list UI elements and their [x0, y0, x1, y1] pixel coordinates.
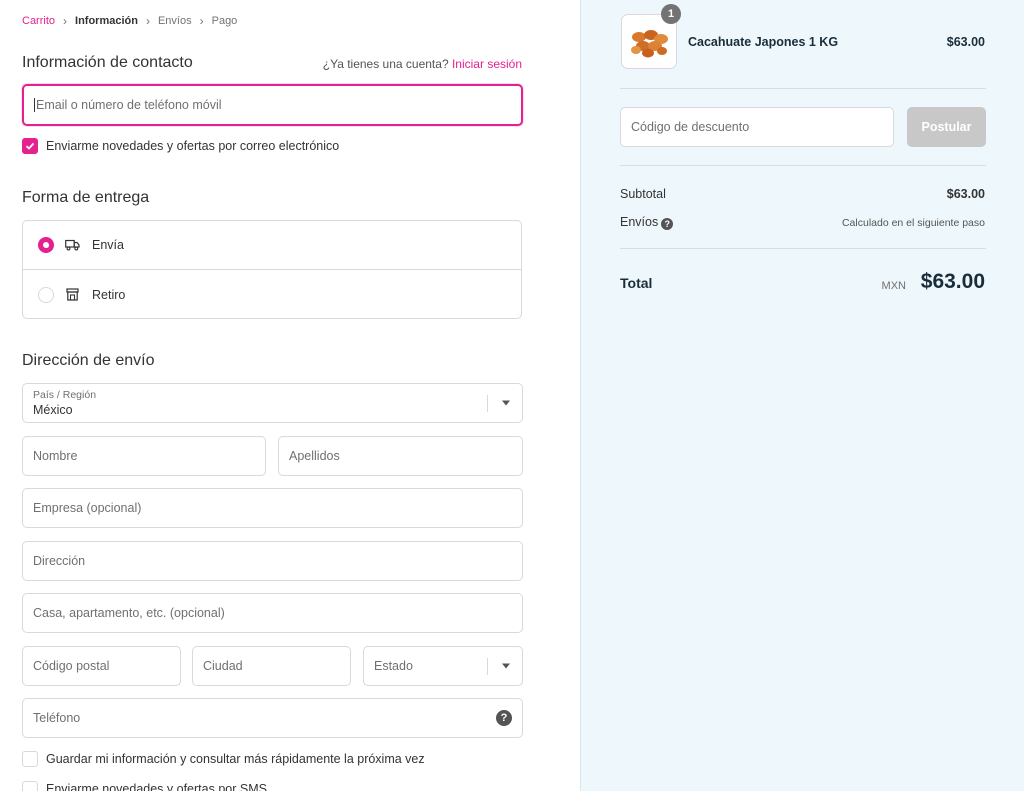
ship-radio[interactable]	[38, 237, 54, 253]
contact-section-title: Información de contacto	[22, 54, 193, 71]
divider	[620, 248, 986, 249]
sms-option[interactable]: Enviarme novedades y ofertas por SMS	[22, 781, 267, 791]
help-icon[interactable]: ?	[496, 710, 512, 726]
address-placeholder: Dirección	[33, 554, 86, 568]
order-summary-panel: 1 Cacahuate Japones 1 KG $63.00 Código d…	[580, 0, 1024, 791]
shipping-section-title: Dirección de envío	[22, 352, 155, 369]
last-name-placeholder: Apellidos	[289, 449, 340, 463]
company-field[interactable]: Empresa (opcional)	[22, 488, 523, 528]
first-name-placeholder: Nombre	[33, 449, 78, 463]
account-prompt-text: ¿Ya tienes una cuenta?	[322, 57, 449, 71]
delivery-option-pickup[interactable]: Retiro	[23, 270, 521, 319]
product-price: $63.00	[946, 35, 985, 49]
sms-checkbox[interactable]	[22, 781, 38, 791]
discount-placeholder: Código de descuento	[631, 120, 750, 134]
total-value: $63.00	[920, 270, 985, 293]
postal-code-placeholder: Código postal	[33, 659, 110, 673]
delivery-option-ship[interactable]: Envía	[23, 221, 521, 270]
pickup-radio[interactable]	[38, 286, 54, 303]
breadcrumb-shipping: Envíos	[157, 15, 192, 27]
postal-code-field[interactable]: Código postal	[22, 646, 181, 686]
login-link[interactable]: Iniciar sesión	[452, 57, 522, 71]
product-name: Cacahuate Japones 1 KG	[688, 35, 839, 49]
country-select[interactable]: País / Región México	[22, 383, 523, 423]
save-info-label: Guardar mi información y consultar más r…	[46, 752, 425, 766]
breadcrumb-payment: Pago	[211, 15, 238, 27]
chevron-right-icon: ›	[199, 14, 204, 28]
help-icon[interactable]: ?	[661, 218, 674, 230]
apartment-field[interactable]: Casa, apartamento, etc. (opcional)	[22, 593, 523, 633]
address-field[interactable]: Dirección	[22, 541, 523, 581]
ship-label: Envía	[92, 238, 124, 252]
subtotal-value: $63.00	[946, 187, 985, 201]
store-icon	[64, 287, 80, 303]
email-field[interactable]: Email o número de teléfono móvil	[22, 84, 523, 126]
checkmark-icon	[25, 142, 35, 150]
total-label: Total	[620, 275, 653, 291]
select-divider	[487, 395, 488, 412]
checkout-form-panel: Carrito › Información › Envíos › Pago In…	[0, 0, 580, 791]
first-name-field[interactable]: Nombre	[22, 436, 266, 476]
save-info-checkbox[interactable]	[22, 751, 38, 767]
country-label: País / Región	[33, 388, 97, 401]
breadcrumb: Carrito › Información › Envíos › Pago	[22, 14, 237, 28]
breadcrumb-cart-link[interactable]: Carrito	[22, 15, 55, 27]
shipping-value: Calculado en el siguiente paso	[841, 217, 985, 229]
delivery-method-group: Envía Retiro	[22, 220, 522, 319]
city-placeholder: Ciudad	[203, 659, 243, 673]
chevron-right-icon: ›	[63, 14, 68, 28]
breadcrumb-information: Información	[75, 15, 138, 27]
text-caret	[34, 98, 35, 112]
state-select[interactable]: Estado	[363, 646, 523, 686]
sms-label: Enviarme novedades y ofertas por SMS	[46, 782, 267, 791]
select-divider	[487, 658, 488, 675]
shipping-label: Envíos	[620, 215, 659, 229]
newsletter-label: Enviarme novedades y ofertas por correo …	[46, 139, 340, 153]
chevron-down-icon	[502, 663, 510, 669]
newsletter-option[interactable]: Enviarme novedades y ofertas por correo …	[22, 138, 339, 154]
discount-code-field[interactable]: Código de descuento	[620, 107, 894, 147]
country-value: México	[33, 402, 73, 417]
pickup-label: Retiro	[92, 287, 126, 302]
subtotal-label: Subtotal	[620, 187, 666, 201]
apply-discount-button[interactable]: Postular	[907, 107, 986, 147]
phone-field[interactable]: Teléfono ?	[22, 698, 523, 738]
save-info-option[interactable]: Guardar mi información y consultar más r…	[22, 751, 425, 767]
divider	[620, 88, 986, 89]
newsletter-checkbox[interactable]	[22, 138, 38, 154]
account-prompt: ¿Ya tienes una cuenta? Iniciar sesión	[323, 57, 522, 71]
company-placeholder: Empresa (opcional)	[33, 501, 142, 515]
quantity-badge: 1	[661, 4, 681, 24]
last-name-field[interactable]: Apellidos	[278, 436, 523, 476]
peanuts-image	[631, 29, 668, 57]
email-placeholder: Email o número de teléfono móvil	[36, 98, 222, 112]
shipping-label-row: Envíos?	[620, 215, 674, 230]
state-placeholder: Estado	[374, 659, 413, 673]
apartment-placeholder: Casa, apartamento, etc. (opcional)	[33, 606, 225, 620]
phone-placeholder: Teléfono	[33, 711, 81, 725]
chevron-right-icon: ›	[145, 14, 150, 28]
delivery-section-title: Forma de entrega	[22, 189, 150, 206]
total-currency: MXN	[881, 280, 906, 292]
truck-icon	[64, 237, 80, 253]
city-field[interactable]: Ciudad	[192, 646, 351, 686]
chevron-down-icon	[502, 400, 510, 406]
divider	[620, 165, 986, 166]
